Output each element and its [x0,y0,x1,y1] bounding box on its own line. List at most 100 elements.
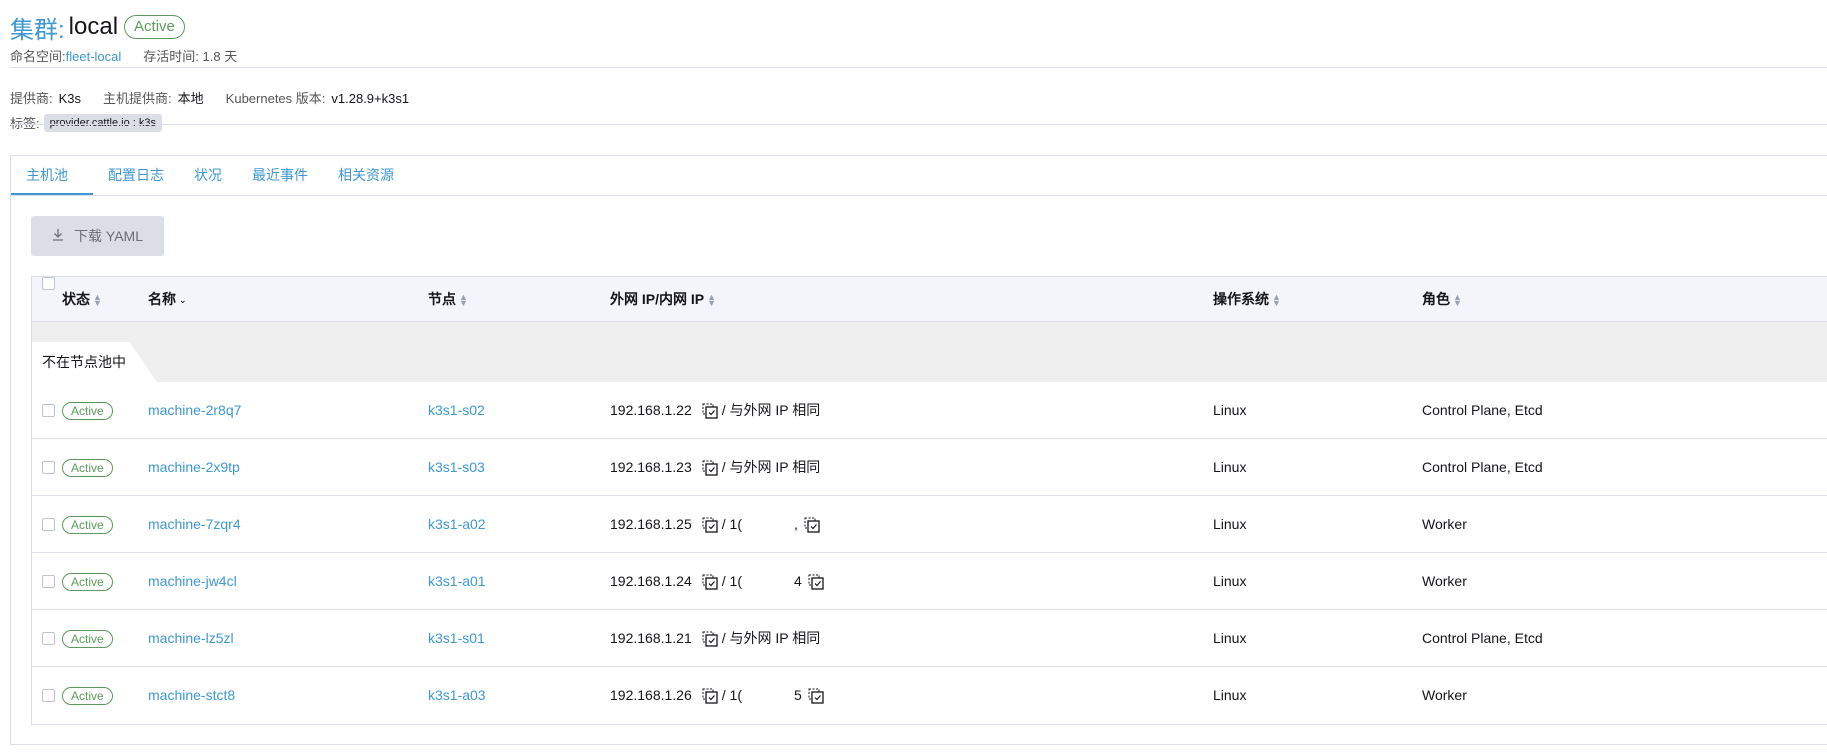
status-badge: Active [62,458,113,477]
ip-cell: 192.168.1.26 / 1(5 [610,667,828,724]
row-checkbox[interactable] [42,382,55,439]
copy-icon[interactable] [702,688,718,704]
copy-icon[interactable] [702,574,718,590]
download-icon [52,228,64,244]
table-body: Active machine-2r8q7 k3s1-s02 192.168.1.22 /… [32,382,1827,724]
machine-link[interactable]: machine-jw4cl [148,553,237,610]
node-link[interactable]: k3s1-s01 [428,610,485,667]
ip-cell: 192.168.1.22 / 与外网 IP 相同 [610,382,820,439]
node-link[interactable]: k3s1-s03 [428,439,485,496]
column-header-state[interactable]: 状态 ▲ ▼ [62,277,102,322]
k8s-version-info: Kubernetes 版本: v1.28.9+k3s1 [226,88,409,107]
copy-icon[interactable] [808,688,824,704]
tab-provisioning-log[interactable]: 配置日志 [93,156,179,195]
node-cell: k3s1-s03 [428,439,485,496]
os-cell: Linux [1213,516,1247,532]
machine-link[interactable]: machine-stct8 [148,667,235,724]
os-cell: Linux [1213,687,1247,703]
tab-conditions[interactable]: 状况 [179,156,237,195]
provider-label: 提供商: [10,90,53,106]
node-link[interactable]: k3s1-a01 [428,553,486,610]
copy-icon[interactable] [804,517,820,533]
select-all-checkbox[interactable] [42,277,55,290]
name-cell: machine-stct8 [148,667,235,724]
tab-related-resources[interactable]: 相关资源 [323,156,409,195]
namespace-label: 命名空间: [10,49,66,64]
table-row: Active machine-2x9tp k3s1-s03 192.168.1.23 /… [32,439,1827,496]
page-header: 集群: local Active 命名空间:fleet-local 存活时间: … [10,12,237,65]
provider-info: 提供商: K3s [10,88,81,107]
sort-icon: ▲ ▼ [1272,291,1281,308]
internal-ip: / 与外网 IP 相同 [721,402,821,418]
name-cell: machine-7zqr4 [148,496,241,553]
labels-label: 标签: [10,116,40,131]
divider [10,67,1827,68]
cluster-status-badge: Active [124,15,185,39]
download-yaml-button[interactable]: 下载 YAML [31,216,164,256]
sort-icon: ▲ ▼ [1453,291,1462,308]
column-label: 角色 [1422,291,1450,307]
external-ip: 192.168.1.21 [610,630,692,646]
row-checkbox[interactable] [42,439,55,496]
column-header-os[interactable]: 操作系统 ▲ ▼ [1213,277,1281,322]
row-checkbox[interactable] [42,553,55,610]
copy-icon[interactable] [702,460,718,476]
copy-icon[interactable] [702,517,718,533]
os-cell: Linux [1213,402,1247,418]
internal-ip: / 1( [721,573,742,589]
status-badge: Active [62,629,113,648]
host-provider-label: 主机提供商: [103,90,172,106]
node-link[interactable]: k3s1-a03 [428,667,486,724]
column-header-name[interactable]: 名称 ⌄ [148,277,187,322]
sort-icon: ▲ ▼ [707,291,717,308]
labels-row: 标签: provider.cattle.io : k3s [10,113,163,132]
column-label: 操作系统 [1213,291,1269,307]
internal-ip-tail: , [793,516,798,532]
node-cell: k3s1-a02 [428,496,486,553]
tab-machine-pools[interactable]: 主机池 [11,156,93,195]
row-checkbox[interactable] [42,610,55,667]
machine-link[interactable]: machine-lz5zl [148,610,234,667]
title-prefix: 集群: [10,16,65,44]
host-provider-value: 本地 [177,90,204,106]
column-header-ip[interactable]: 外网 IP/内网 IP ▲ ▼ [610,277,716,322]
state-cell: Active [62,667,113,724]
node-link[interactable]: k3s1-a02 [428,496,486,553]
tab-recent-events[interactable]: 最近事件 [237,156,323,195]
namespace-link[interactable]: fleet-local [66,49,122,64]
copy-icon[interactable] [808,574,824,590]
name-cell: machine-2x9tp [148,439,240,496]
machine-link[interactable]: machine-2x9tp [148,439,240,496]
column-header-roles[interactable]: 角色 ▲ ▼ [1422,277,1462,322]
k8s-version-value: v1.28.9+k3s1 [331,90,410,106]
divider [10,124,1827,125]
node-cell: k3s1-s01 [428,610,485,667]
ip-cell: 192.168.1.25 / 1(, [610,496,824,553]
age-value: 1.8 天 [202,49,238,64]
name-cell: machine-jw4cl [148,553,237,610]
copy-icon[interactable] [702,403,718,419]
row-checkbox[interactable] [42,496,55,553]
column-label: 节点 [428,291,456,307]
column-label: 外网 IP/内网 IP [610,291,705,307]
namespace-info: 命名空间:fleet-local [10,46,121,65]
os-cell: Linux [1213,630,1247,646]
row-checkbox[interactable] [42,667,55,724]
column-header-node[interactable]: 节点 ▲ ▼ [428,277,468,322]
os-cell: Linux [1213,573,1247,589]
table-header: 状态 ▲ ▼ 名称 ⌄ 节点 ▲ ▼ 外网 IP/内网 IP ▲ ▼ 操作系统 ▲ ▼ 角色 ▲ ▼ [32,277,1827,322]
k8s-version-label: Kubernetes 版本: [225,90,326,106]
internal-ip: / 与外网 IP 相同 [721,459,821,475]
status-badge: Active [62,572,113,591]
copy-icon[interactable] [702,631,718,647]
internal-ip: / 1( [721,687,742,703]
machines-table: 状态 ▲ ▼ 名称 ⌄ 节点 ▲ ▼ 外网 IP/内网 IP ▲ ▼ 操作系统 ▲ ▼ 角色 ▲ ▼ … [31,276,1827,725]
status-badge: Active [62,401,113,420]
machine-link[interactable]: machine-7zqr4 [148,496,241,553]
roles-cell: Worker [1422,516,1467,532]
machine-link[interactable]: machine-2r8q7 [148,382,241,439]
node-link[interactable]: k3s1-s02 [428,382,485,439]
age-info: 存活时间: 1.8 天 [143,46,237,65]
ip-cell: 192.168.1.24 / 1(4 [610,553,828,610]
roles-cell: Control Plane, Etcd [1422,630,1543,646]
